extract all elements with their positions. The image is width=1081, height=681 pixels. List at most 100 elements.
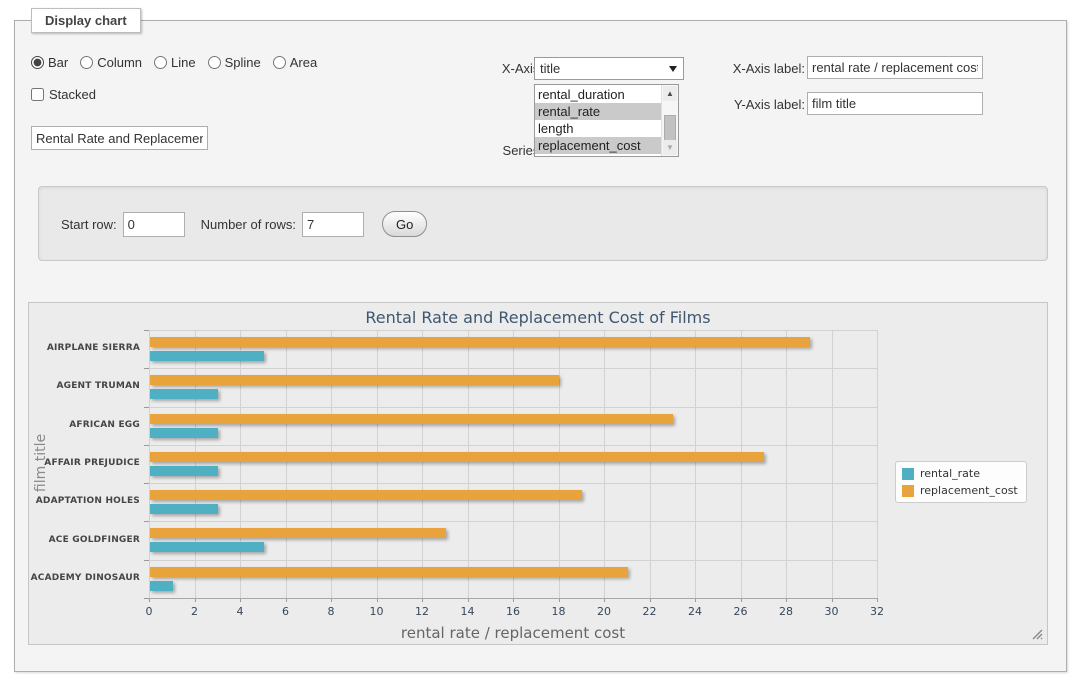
chart-type-radio-group: Bar Column Line Spline Area xyxy=(31,55,325,70)
x-tick-label: 8 xyxy=(311,605,351,618)
x-tick-label: 6 xyxy=(266,605,306,618)
bar-segment-replacement_cost xyxy=(150,414,673,424)
category-label: AFRICAN EGG xyxy=(29,420,140,430)
bar-segment-rental_rate xyxy=(150,351,264,361)
chart-type-label: Area xyxy=(290,55,317,70)
grid-line-vertical xyxy=(604,330,605,598)
go-button[interactable]: Go xyxy=(382,211,427,237)
row-range-fieldset: Start row: Number of rows: Go xyxy=(38,186,1048,261)
category-label: ADAPTATION HOLES xyxy=(29,496,140,506)
y-axis-tick xyxy=(144,560,149,561)
grid-line-vertical xyxy=(149,330,150,598)
fieldset-legend: Display chart xyxy=(31,8,141,33)
x-tick-label: 18 xyxy=(539,605,579,618)
grid-line-vertical xyxy=(786,330,787,598)
chart-legend: rental_rate replacement_cost xyxy=(895,461,1027,503)
bar-segment-replacement_cost xyxy=(150,528,446,538)
y-axis-label-caption: Y-Axis label: xyxy=(665,97,805,112)
stacked-option: Stacked xyxy=(31,87,96,102)
bar-segment-rental_rate xyxy=(150,428,218,438)
series-listbox[interactable]: rental_durationrental_ratelengthreplacem… xyxy=(534,84,679,157)
x-tick-label: 0 xyxy=(129,605,169,618)
grid-line-vertical xyxy=(331,330,332,598)
grid-line-vertical xyxy=(877,330,878,598)
chart-type-option-spline: Spline xyxy=(208,55,261,70)
chart-type-label: Line xyxy=(171,55,196,70)
y-axis-tick xyxy=(144,368,149,369)
bar-segment-rental_rate xyxy=(150,542,264,552)
x-tick-label: 20 xyxy=(584,605,624,618)
grid-line-vertical xyxy=(695,330,696,598)
chart-type-radio-column[interactable] xyxy=(80,56,93,69)
series-options: rental_durationrental_ratelengthreplacem… xyxy=(535,86,661,154)
legend-swatch xyxy=(902,485,914,497)
grid-line-horizontal xyxy=(149,445,877,446)
x-axis-select[interactable]: title xyxy=(534,57,684,80)
series-option-rental_rate[interactable]: rental_rate xyxy=(535,103,661,120)
series-option-length[interactable]: length xyxy=(535,120,661,137)
category-label: ACADEMY DINOSAUR xyxy=(29,573,140,583)
grid-line-horizontal xyxy=(149,521,877,522)
x-axis-select-label: X-Axis: xyxy=(395,61,543,76)
number-of-rows-input[interactable] xyxy=(302,212,364,237)
bar-segment-replacement_cost xyxy=(150,375,559,385)
grid-line-horizontal xyxy=(149,368,877,369)
grid-line-vertical xyxy=(422,330,423,598)
grid-line-vertical xyxy=(513,330,514,598)
chart-type-radio-spline[interactable] xyxy=(208,56,221,69)
grid-line-vertical xyxy=(286,330,287,598)
chart-type-option-line: Line xyxy=(154,55,196,70)
number-of-rows-label: Number of rows: xyxy=(201,217,296,232)
x-tick-label: 26 xyxy=(721,605,761,618)
y-axis-tick xyxy=(144,521,149,522)
scroll-down-icon[interactable]: ▼ xyxy=(663,140,677,155)
grid-line-vertical xyxy=(741,330,742,598)
legend-item-replacement_cost[interactable]: replacement_cost xyxy=(902,484,1018,497)
x-axis-selected-value: title xyxy=(540,61,560,76)
category-label: ACE GOLDFINGER xyxy=(29,535,140,545)
chart-container: Rental Rate and Replacement Cost of Film… xyxy=(28,302,1048,645)
bar-segment-rental_rate xyxy=(150,581,173,591)
display-chart-fieldset: Display chart BarColumnLineSplineArea St… xyxy=(14,20,1067,672)
x-tick-label: 30 xyxy=(812,605,852,618)
chart-type-label: Bar xyxy=(48,55,68,70)
bar-segment-replacement_cost xyxy=(150,567,628,577)
grid-line-vertical xyxy=(377,330,378,598)
start-row-input[interactable] xyxy=(123,212,185,237)
listbox-scrollbar[interactable]: ▲ ▼ xyxy=(661,85,678,156)
x-axis-title: rental rate / replacement cost xyxy=(313,624,713,642)
chart-type-option-column: Column xyxy=(80,55,142,70)
grid-line-horizontal xyxy=(149,483,877,484)
scrollbar-thumb[interactable] xyxy=(664,115,676,141)
x-tick-label: 32 xyxy=(857,605,897,618)
bar-segment-replacement_cost xyxy=(150,490,582,500)
series-option-rental_duration[interactable]: rental_duration xyxy=(535,86,661,103)
legend-item-rental_rate[interactable]: rental_rate xyxy=(902,467,1018,480)
legend-swatch xyxy=(902,468,914,480)
chart-type-option-area: Area xyxy=(273,55,317,70)
bar-segment-rental_rate xyxy=(150,389,218,399)
chart-title-input[interactable] xyxy=(31,126,208,150)
resize-handle-icon[interactable] xyxy=(1031,628,1043,640)
y-axis-label-input[interactable] xyxy=(807,92,983,115)
series-option-replacement_cost[interactable]: replacement_cost xyxy=(535,137,661,154)
chart-type-radio-line[interactable] xyxy=(154,56,167,69)
x-tick-label: 16 xyxy=(493,605,533,618)
stacked-checkbox[interactable] xyxy=(31,88,44,101)
legend-label: rental_rate xyxy=(920,467,980,480)
category-label: AGENT TRUMAN xyxy=(29,381,140,391)
chart-type-radio-bar[interactable] xyxy=(31,56,44,69)
y-axis-tick xyxy=(144,445,149,446)
stacked-label: Stacked xyxy=(49,87,96,102)
grid-line-vertical xyxy=(240,330,241,598)
grid-line-vertical xyxy=(832,330,833,598)
x-axis-label-input[interactable] xyxy=(807,56,983,79)
chart-type-label: Column xyxy=(97,55,142,70)
grid-line-horizontal xyxy=(149,560,877,561)
legend-label: replacement_cost xyxy=(920,484,1018,497)
page: Display chart Bar Column Line Spline Area St… xyxy=(0,0,1081,681)
bar-segment-replacement_cost xyxy=(150,452,764,462)
chart-type-radio-area[interactable] xyxy=(273,56,286,69)
x-tick-label: 28 xyxy=(766,605,806,618)
grid-line-horizontal xyxy=(149,407,877,408)
